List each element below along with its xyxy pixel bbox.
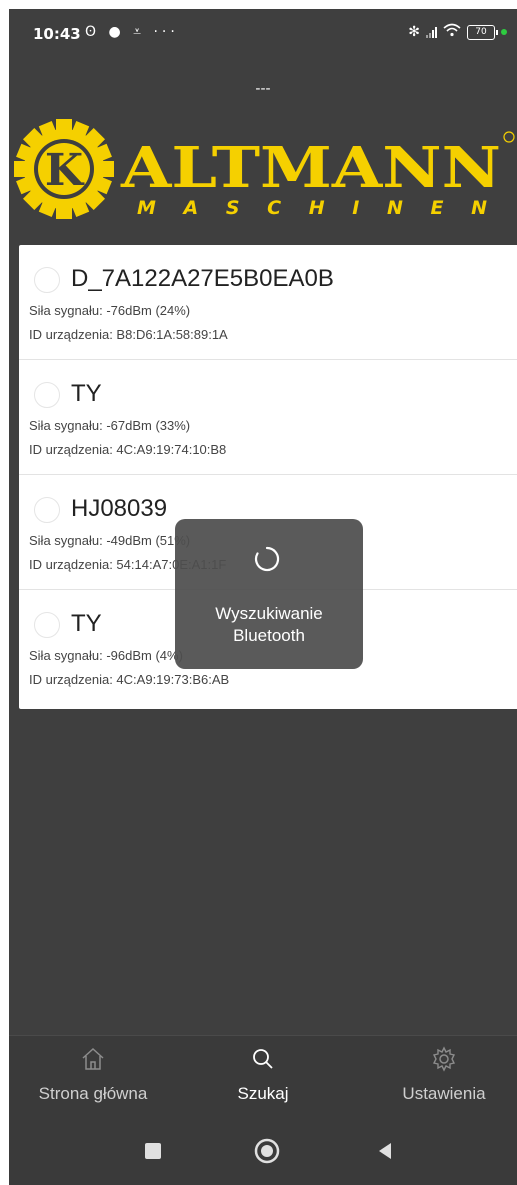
device-name: D_7A122A27E5B0EA0B [71, 265, 334, 292]
logo-subtitle: M A S C H I N E N [137, 197, 487, 219]
wifi-icon [443, 23, 461, 41]
system-nav-bar [9, 1123, 517, 1185]
device-radio[interactable] [34, 267, 60, 293]
page-title: --- [255, 81, 271, 97]
device-signal: Siła sygnału: -49dBm (51%) [29, 533, 191, 548]
device-item[interactable]: D_7A122A27E5B0EA0B Siła sygnału: -76dBm … [19, 245, 517, 360]
status-bar: 10:43 ʘ ● ⩡ ··· ✻ 70 [9, 9, 517, 59]
phone-screen: 10:43 ʘ ● ⩡ ··· ✻ 70 --- K ALTMANN M A S… [9, 9, 517, 1185]
loading-dialog: Wyszukiwanie Bluetooth [175, 519, 363, 669]
device-name: HJ08039 [71, 495, 168, 522]
status-dot-icon [501, 29, 507, 35]
brand-logo: K ALTMANN M A S C H I N E N [9, 117, 517, 225]
logo-letter: K [45, 145, 85, 196]
nav-home-label: Strona główna [38, 1084, 148, 1103]
loading-text: Wyszukiwanie Bluetooth [215, 604, 323, 645]
back-icon[interactable] [375, 1141, 395, 1161]
nav-search[interactable]: Szukaj [213, 1046, 313, 1104]
device-id: ID urządzenia: 4C:A9:19:73:B6:AB [29, 672, 230, 687]
spinner-icon [254, 546, 280, 572]
home-icon [82, 1047, 104, 1070]
home-button-icon[interactable] [253, 1137, 281, 1165]
device-radio[interactable] [34, 497, 60, 523]
recent-apps-icon[interactable] [143, 1141, 163, 1161]
nav-search-label: Szukaj [237, 1084, 289, 1103]
device-radio[interactable] [34, 382, 60, 408]
nav-settings[interactable]: Ustawienia [379, 1046, 509, 1104]
gear-icon [432, 1046, 456, 1072]
device-signal: Siła sygnału: -67dBm (33%) [29, 418, 191, 433]
nav-settings-label: Ustawienia [402, 1084, 486, 1103]
device-id: ID urządzenia: B8:D6:1A:58:89:1A [29, 327, 228, 342]
battery-icon: 70 [467, 24, 498, 40]
bottom-nav: Strona główna Szukaj Ustawienia [9, 1035, 517, 1124]
bluetooth-icon: ✻ [408, 24, 420, 40]
device-item[interactable]: TY Siła sygnału: -67dBm (33%) ID urządze… [19, 360, 517, 475]
cell-signal-icon [426, 26, 437, 38]
device-signal: Siła sygnału: -96dBm (4%) [29, 648, 183, 663]
search-icon [253, 1049, 273, 1069]
device-name: TY [71, 610, 102, 637]
logo-wordmark: ALTMANN [120, 135, 501, 201]
nav-home[interactable]: Strona główna [23, 1046, 163, 1104]
device-name: TY [71, 380, 102, 407]
notification-icons: ʘ ● ⩡ ··· [85, 24, 179, 40]
status-time: 10:43 [33, 25, 81, 43]
device-signal: Siła sygnału: -76dBm (24%) [29, 303, 191, 318]
device-id: ID urządzenia: 4C:A9:19:74:10:B8 [29, 442, 227, 457]
device-radio[interactable] [34, 612, 60, 638]
status-indicators: ✻ 70 [408, 23, 507, 41]
